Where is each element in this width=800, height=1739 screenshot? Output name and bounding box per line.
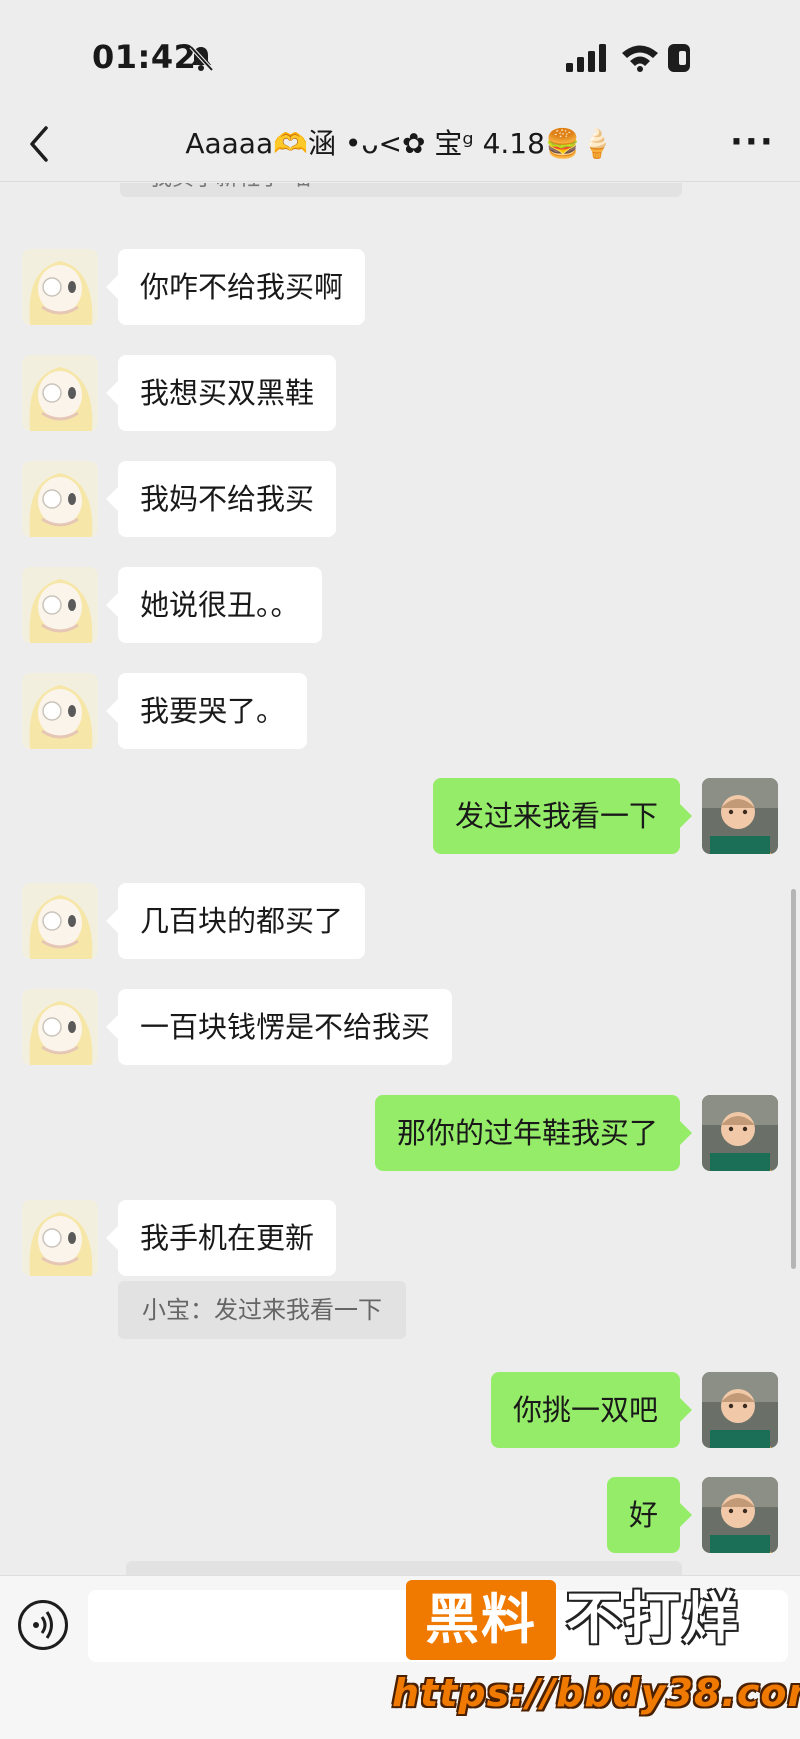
message-bubble[interactable]: 她说很丑。。 — [106, 567, 322, 643]
chat-header: Aaaaa🫶涵 •ᴗ<✿ 宝ᵍ 4.18🍔🍦 ··· — [0, 110, 800, 182]
user-avatar[interactable] — [702, 1095, 778, 1171]
message-bubble[interactable]: 发过来我看一下 — [432, 778, 693, 854]
message-received: 一百块钱愣是不给我买 — [0, 987, 800, 1067]
message-bubble[interactable]: 我想买双黑鞋 — [105, 355, 337, 431]
battery-icon — [668, 44, 690, 72]
more-icon[interactable]: ··· — [730, 125, 773, 160]
message-received: 她说很丑。。 — [0, 565, 800, 645]
message-bubble[interactable]: 你挑一双吧 — [490, 1372, 693, 1448]
back-icon[interactable] — [26, 124, 52, 164]
message-sent: 那你的过年鞋我买了 — [0, 1093, 800, 1173]
contact-avatar[interactable] — [22, 989, 98, 1065]
wifi-icon — [622, 45, 658, 72]
watermark-badge: 黑料 — [406, 1580, 556, 1660]
message-bubble[interactable]: 一百块钱愣是不给我买 — [105, 989, 453, 1065]
quoted-reply[interactable]: 小宝：发过来我看一下 — [118, 1281, 406, 1339]
message-bubble[interactable]: 好 — [606, 1477, 693, 1553]
contact-avatar[interactable] — [22, 355, 98, 431]
user-avatar[interactable] — [702, 778, 778, 854]
scrollbar[interactable] — [791, 889, 796, 1269]
voice-button[interactable] — [18, 1600, 68, 1650]
message-received: 我妈不给我买 — [0, 459, 800, 539]
message-received: 几百块的都买了 — [0, 881, 800, 961]
watermark: 黑料 不打烊 https://bbdy38.com — [390, 1580, 800, 1730]
message-bubble[interactable]: 你咋不给我买啊 — [105, 249, 366, 325]
chat-messages: 我买了新鞋子 喵~ 你咋不给我买啊 我想买双黑鞋 我妈不给我买 她说很丑。。 我… — [0, 183, 800, 1575]
message-received: 我想买双黑鞋 — [0, 353, 800, 433]
status-bar: 01:42 — [0, 0, 800, 110]
watermark-url: https://bbdy38.com — [392, 1671, 800, 1715]
chat-title: Aaaaa🫶涵 •ᴗ<✿ 宝ᵍ 4.18🍔🍦 — [185, 127, 615, 160]
message-bubble[interactable]: 我手机在更新 — [105, 1200, 337, 1276]
status-time: 01:42 — [92, 38, 197, 76]
quoted-message — [126, 1561, 682, 1575]
watermark-text: 不打烊 — [566, 1587, 740, 1652]
contact-avatar[interactable] — [22, 1200, 98, 1276]
contact-avatar[interactable] — [22, 883, 98, 959]
message-sent: 好 — [0, 1475, 800, 1555]
quoted-message: 我买了新鞋子 喵~ — [120, 183, 682, 197]
contact-avatar[interactable] — [22, 673, 98, 749]
message-bubble[interactable]: 几百块的都买了 — [105, 883, 366, 959]
message-bubble[interactable]: 我要哭了。 — [105, 673, 308, 749]
message-received: 我要哭了。 — [0, 671, 800, 751]
message-bubble[interactable]: 那你的过年鞋我买了 — [374, 1095, 693, 1171]
message-sent: 发过来我看一下 — [0, 776, 800, 856]
user-avatar[interactable] — [702, 1372, 778, 1448]
message-received: 你咋不给我买啊 — [0, 247, 800, 327]
contact-avatar[interactable] — [22, 249, 98, 325]
bell-off-icon — [189, 45, 214, 72]
voice-icon — [33, 1611, 53, 1639]
user-avatar[interactable] — [702, 1477, 778, 1553]
message-received: 我手机在更新 — [0, 1198, 800, 1278]
message-bubble[interactable]: 我妈不给我买 — [105, 461, 337, 537]
contact-avatar[interactable] — [22, 567, 98, 643]
message-sent: 你挑一双吧 — [0, 1370, 800, 1450]
contact-avatar[interactable] — [22, 461, 98, 537]
signal-icon — [566, 44, 606, 72]
